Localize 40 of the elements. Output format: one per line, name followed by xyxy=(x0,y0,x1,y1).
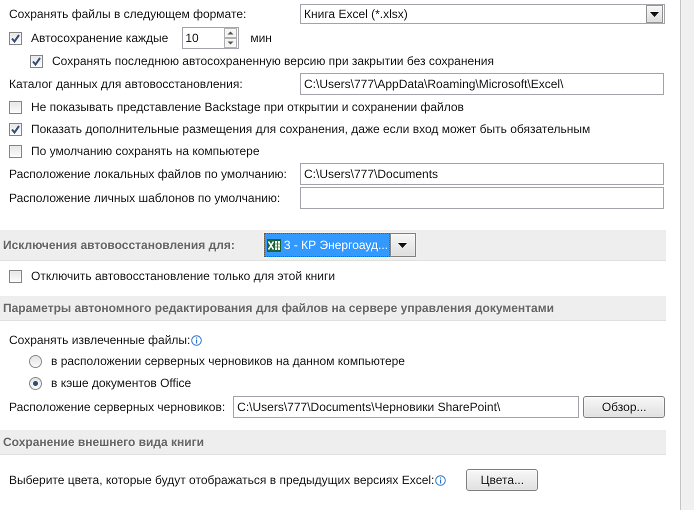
section-header: Сохранение внешнего вида книги xyxy=(0,430,666,455)
caret-icon xyxy=(650,12,659,16)
field-label: Расположение локальных файлов по умолчанию: xyxy=(9,167,288,181)
unit-label: мин xyxy=(250,31,272,45)
input-field[interactable]: C:\Users\777\Documents\Черновики SharePoint\ xyxy=(233,396,580,418)
field-label: Каталог данных для автовосстановления: xyxy=(9,77,244,91)
format-dropdown[interactable]: Книга Excel (*.xlsx) xyxy=(300,4,665,24)
checkbox[interactable] xyxy=(30,54,43,68)
checkbox-label: Сохранять последнюю автосохраненную версию при закрытии без сохранения xyxy=(52,54,494,68)
checkbox-label: Отключить автовосстановление только для этой книги xyxy=(31,269,336,283)
spreadsheet-icon xyxy=(266,238,281,252)
section-header: Параметры автономного редактирования для файлов на сервере управления документами xyxy=(0,296,666,321)
checkbox[interactable] xyxy=(9,270,22,282)
input-field[interactable]: C:\Users\777\Documents xyxy=(300,163,664,185)
checkbox[interactable] xyxy=(9,100,22,114)
radio-button[interactable] xyxy=(29,354,42,368)
section-header: Исключения автовосстановления для: 3 - КР Энергоауд... xyxy=(0,230,666,261)
field-label: Расположение серверных черновиков: xyxy=(9,400,226,414)
field-label: Сохранять файлы в следующем формате: xyxy=(9,7,248,21)
input-field[interactable]: C:\Users\777\AppData\Roaming\Microsoft\Excel\ xyxy=(300,73,664,95)
spin-field[interactable]: 10 xyxy=(182,27,240,49)
checkbox-label: Не показывать представление Backstage при открытии и сохранении файлов xyxy=(31,100,464,114)
field-label: Расположение личных шаблонов по умолчанию: xyxy=(9,191,282,205)
caret-icon xyxy=(398,242,408,248)
radio-button[interactable] xyxy=(29,376,42,390)
group-label: Сохранять извлеченные файлы: xyxy=(9,333,190,347)
checkbox-label: По умолчанию сохранять на компьютере xyxy=(31,144,260,158)
colors-button[interactable]: Цвета... xyxy=(466,469,538,491)
browse-button[interactable]: Обзор... xyxy=(583,396,666,418)
radio-label: в кэше документов Office xyxy=(51,376,192,390)
input-field[interactable] xyxy=(300,187,664,209)
spin-down-icon xyxy=(224,38,238,48)
setting-label: Выберите цвета, которые будут отображаться в предыдущих версиях Excel: xyxy=(9,473,434,487)
checkbox-label: Автосохранение каждые xyxy=(31,31,168,45)
checkbox[interactable] xyxy=(9,144,22,158)
spin-up-icon xyxy=(224,28,238,38)
checkbox[interactable] xyxy=(9,32,22,44)
radio-label: в расположении серверных черновиков на данном компьютере xyxy=(51,354,405,368)
checkbox[interactable] xyxy=(9,122,22,136)
checkbox-label: Показать дополнительные размещения для сохранения, даже если вход может быть обязательным xyxy=(31,122,590,136)
